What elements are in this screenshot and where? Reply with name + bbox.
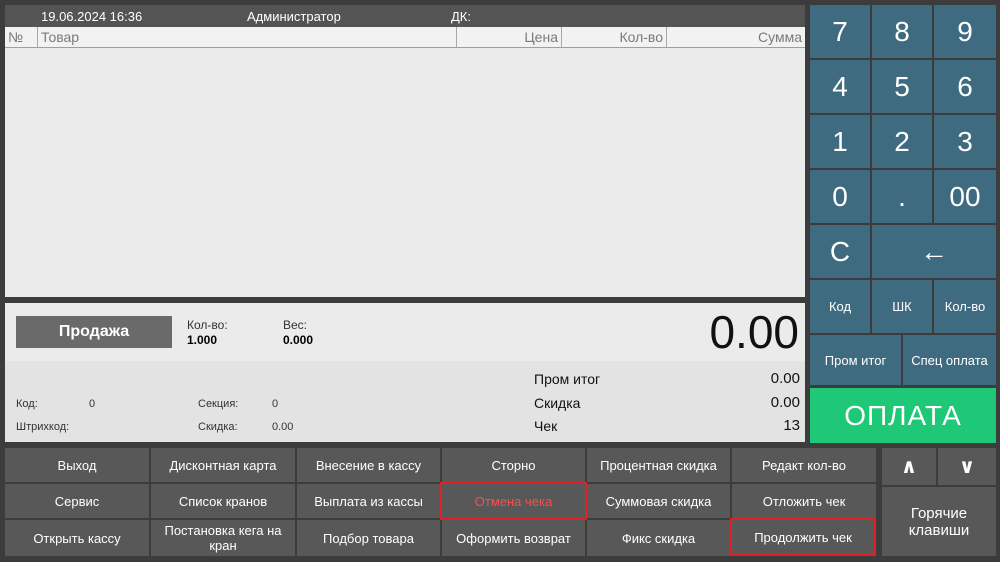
discount-card-label: ДК: xyxy=(451,9,471,24)
barcode-label: Штрихкод: xyxy=(16,421,70,433)
section-label: Секция: xyxy=(198,398,239,410)
subtotal-value: 0.00 xyxy=(770,370,800,387)
code-key[interactable]: Код xyxy=(810,280,870,333)
key-dot[interactable]: . xyxy=(872,170,932,223)
code-value: 0 xyxy=(89,398,96,410)
scroll-down-button[interactable]: ∨ xyxy=(938,448,996,485)
key-1[interactable]: 1 xyxy=(810,115,870,168)
percent-discount-button[interactable]: Процентная скидка xyxy=(587,448,730,482)
key-00[interactable]: 00 xyxy=(934,170,996,223)
key-4[interactable]: 4 xyxy=(810,60,870,113)
receipt-table[interactable]: № Товар Цена Кол-во Сумма xyxy=(5,27,805,297)
edit-qty-button[interactable]: Редакт кол-во xyxy=(732,448,876,482)
col-price: Цена xyxy=(457,27,562,48)
qty-label: Кол-во: xyxy=(187,318,228,332)
continue-check-button[interactable]: Продолжить чек xyxy=(730,518,876,556)
discount-label: Скидка: xyxy=(198,421,238,433)
user-name: Администратор xyxy=(247,9,341,24)
sale-panel: Продажа Кол-во: 1.000 Вес: 0.000 0.00 xyxy=(5,303,805,361)
section-value: 0 xyxy=(272,398,279,410)
subtotal-button[interactable]: Пром итог xyxy=(810,335,901,385)
discount-value: 0.00 xyxy=(272,421,294,433)
details-panel: Код: 0 Секция: 0 Штрихкод: Скидка: 0.00 … xyxy=(5,361,805,442)
status-bar: 19.06.2024 16:36 Администратор ДК: xyxy=(5,5,805,27)
col-sum: Сумма xyxy=(758,29,802,45)
key-2[interactable]: 2 xyxy=(872,115,932,168)
refund-button[interactable]: Оформить возврат xyxy=(442,520,585,556)
defer-check-button[interactable]: Отложить чек xyxy=(732,484,876,518)
datetime: 19.06.2024 16:36 xyxy=(41,9,143,24)
tap-list-button[interactable]: Список кранов xyxy=(151,484,295,518)
payment-button[interactable]: ОПЛАТА xyxy=(810,388,996,443)
col-qty: Кол-во xyxy=(562,27,667,48)
product-pick-button[interactable]: Подбор товара xyxy=(297,520,440,556)
check-label: Чек xyxy=(534,418,558,434)
col-number: № xyxy=(5,27,38,48)
weight-value: 0.000 xyxy=(283,333,314,347)
key-6[interactable]: 6 xyxy=(934,60,996,113)
keg-install-button[interactable]: Постановка кега на кран xyxy=(151,520,295,556)
qty-value: 1.000 xyxy=(187,333,218,347)
scroll-up-button[interactable]: ∧ xyxy=(882,448,936,485)
service-button[interactable]: Сервис xyxy=(5,484,149,518)
code-label: Код: xyxy=(16,398,38,410)
cash-out-button[interactable]: Выплата из кассы xyxy=(297,484,440,518)
check-number: 13 xyxy=(783,417,800,434)
key-3[interactable]: 3 xyxy=(934,115,996,168)
discount-card-button[interactable]: Дисконтная карта xyxy=(151,448,295,482)
table-header: № Товар Цена Кол-во Сумма xyxy=(5,27,805,48)
exit-button[interactable]: Выход xyxy=(5,448,149,482)
key-0[interactable]: 0 xyxy=(810,170,870,223)
weight-label: Вес: xyxy=(283,318,308,332)
key-8[interactable]: 8 xyxy=(872,5,932,58)
qty-key[interactable]: Кол-во xyxy=(934,280,996,333)
discount-sum-value: 0.00 xyxy=(770,394,800,411)
key-5[interactable]: 5 xyxy=(872,60,932,113)
barcode-key[interactable]: ШК xyxy=(872,280,932,333)
cancel-check-button[interactable]: Отмена чека xyxy=(440,482,587,520)
col-product: Товар xyxy=(38,27,457,48)
sale-mode-button[interactable]: Продажа xyxy=(16,316,172,348)
storno-button[interactable]: Сторно xyxy=(442,448,585,482)
sum-discount-button[interactable]: Суммовая скидка xyxy=(587,484,730,518)
total-amount: 0.00 xyxy=(709,306,799,358)
key-9[interactable]: 9 xyxy=(934,5,996,58)
key-7[interactable]: 7 xyxy=(810,5,870,58)
backspace-key[interactable]: ← xyxy=(872,225,996,278)
fixed-discount-button[interactable]: Фикс скидка xyxy=(587,520,730,556)
function-buttons: Выход Дисконтная карта Внесение в кассу … xyxy=(5,448,876,556)
hotkeys-button[interactable]: Горячие клавиши xyxy=(882,487,996,556)
special-payment-button[interactable]: Спец оплата xyxy=(903,335,996,385)
open-register-button[interactable]: Открыть кассу xyxy=(5,520,149,556)
discount-sum-label: Скидка xyxy=(534,395,581,411)
subtotal-label: Пром итог xyxy=(534,371,601,387)
key-clear[interactable]: C xyxy=(810,225,870,278)
cash-in-button[interactable]: Внесение в кассу xyxy=(297,448,440,482)
